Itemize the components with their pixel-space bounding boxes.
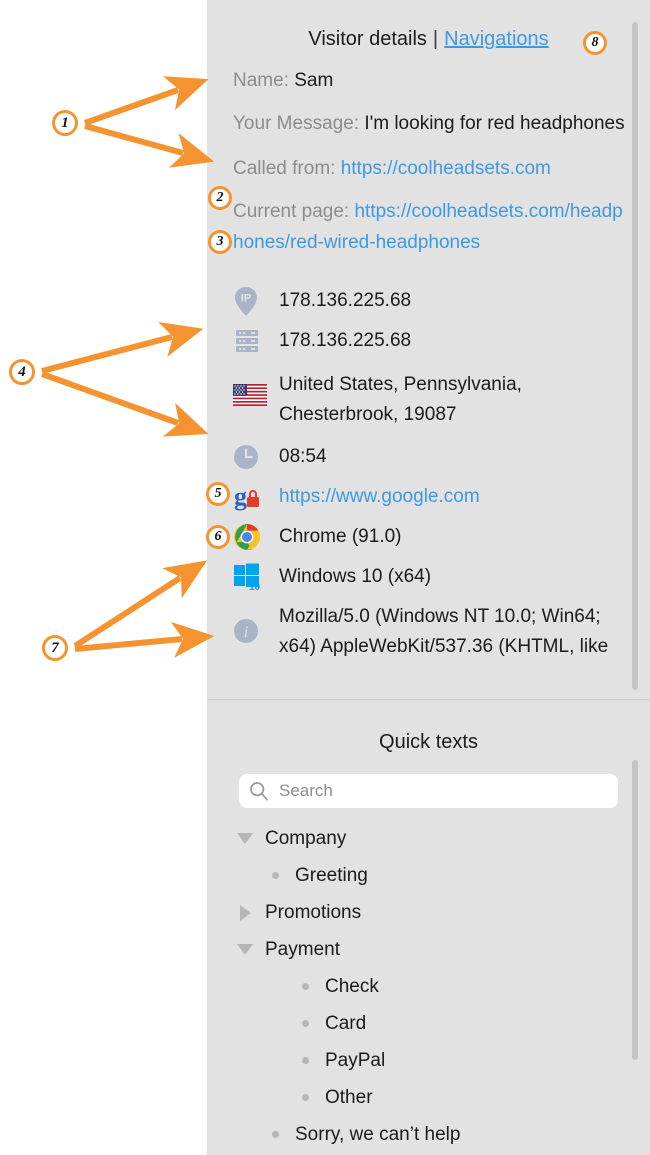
tree-item-payment[interactable]: Payment [207, 931, 650, 968]
bullet-icon [295, 983, 315, 990]
chrome-icon [233, 522, 279, 552]
visitor-useragent-row: i Mozilla/5.0 (Windows NT 10.0; Win64; x… [207, 602, 650, 662]
visitor-browser-value: Chrome (91.0) [279, 526, 402, 547]
chevron-right-icon[interactable] [235, 904, 255, 921]
bullet-icon [295, 1094, 315, 1101]
tree-item-greeting[interactable]: Greeting [207, 857, 650, 894]
visitor-message-value: I'm looking for red headphones [364, 113, 625, 134]
visitor-name-value: Sam [294, 70, 334, 91]
google-lock-icon: g [233, 482, 279, 512]
tree-item-label: Other [325, 1086, 373, 1108]
visitor-location-row: United States, Pennsylvania, Chesterbroo… [207, 370, 650, 430]
callout-badge-7: 7 [42, 635, 68, 661]
bullet-icon [295, 1020, 315, 1027]
visitor-referrer-row: g https://www.google.com [207, 482, 650, 512]
quick-texts-scrollbar[interactable] [632, 760, 638, 1060]
page-title: Visitor details [308, 28, 427, 50]
tree-item-label: Greeting [295, 864, 368, 886]
windows-10-icon: 10 [233, 562, 279, 592]
tree-item-promotions[interactable]: Promotions [207, 894, 650, 931]
called-from-link[interactable]: https://coolheadsets.com [341, 158, 551, 179]
clock-icon [233, 442, 279, 472]
tree-item-label: PayPal [325, 1049, 386, 1071]
callout-badge-3: 3 [208, 230, 232, 254]
tree-item-label: Payment [265, 938, 340, 960]
navigations-link[interactable]: Navigations [444, 28, 549, 50]
visitor-message-row: Your Message: I'm looking for red headph… [207, 108, 650, 139]
visitor-localtime-row: 08:54 [207, 442, 650, 472]
info-icon: i [233, 602, 279, 648]
callout-badge-1: 1 [52, 110, 78, 136]
search-input[interactable] [277, 780, 608, 802]
visitor-name-label: Name: [233, 70, 289, 91]
visitor-message-label: Your Message: [233, 113, 360, 134]
tree-item-company[interactable]: Company [207, 820, 650, 857]
search-icon [249, 781, 269, 801]
tree-item-label: Company [265, 827, 347, 849]
visitor-os-value: Windows 10 (x64) [279, 566, 432, 587]
visitor-name-row: Name: Sam [207, 65, 650, 96]
tree-item-label: Sorry, we can’t help [295, 1123, 461, 1145]
tree-item-label: Card [325, 1012, 367, 1034]
visitor-referrer-link[interactable]: https://www.google.com [279, 482, 630, 512]
svg-text:g: g [234, 483, 247, 511]
visitor-ip-value: 178.136.225.68 [279, 290, 412, 311]
quick-texts-tree: Company Greeting Promotions Payment Chec… [207, 820, 650, 1153]
visitor-details-section: Visitor details | Navigations Name: Sam Yo… [207, 0, 650, 700]
quick-texts-title: Quick texts [379, 731, 478, 753]
callout-badge-5: 5 [206, 482, 230, 506]
tree-item-label: Promotions [265, 901, 362, 923]
header-separator: | [432, 28, 439, 50]
tree-item-other[interactable]: Other [207, 1079, 650, 1116]
svg-text:10: 10 [249, 582, 261, 591]
tree-item-label: Check [325, 975, 379, 997]
chevron-down-icon[interactable] [235, 833, 255, 844]
chat-sidebar-panel: Visitor details | Navigations Name: Sam Yo… [207, 0, 650, 1155]
visitor-localtime-value: 08:54 [279, 446, 327, 467]
quick-texts-section: Quick texts Company Greeting [207, 701, 650, 1155]
called-from-row: Called from: https://coolheadsets.com [207, 153, 650, 184]
tree-item-check[interactable]: Check [207, 968, 650, 1005]
callout-badge-4: 4 [9, 359, 35, 385]
bullet-icon [295, 1057, 315, 1064]
current-page-row: Current page: https://coolheadsets.com/h… [207, 196, 650, 258]
visitor-useragent-value: Mozilla/5.0 (Windows NT 10.0; Win64; x64… [279, 606, 609, 657]
callout-badge-2: 2 [208, 186, 232, 210]
callout-badge-6: 6 [206, 525, 230, 549]
called-from-label: Called from: [233, 158, 336, 179]
tree-item-card[interactable]: Card [207, 1005, 650, 1042]
ip-pin-icon: IP [233, 286, 279, 316]
visitor-browser-row: Chrome (91.0) [207, 522, 650, 552]
svg-text:i: i [244, 624, 248, 641]
tree-item-sorry-we-cant-help[interactable]: Sorry, we can’t help [207, 1116, 650, 1153]
svg-text:IP: IP [241, 293, 251, 305]
callout-badge-8: 8 [583, 31, 607, 55]
bullet-icon [265, 1131, 285, 1138]
chevron-down-icon[interactable] [235, 944, 255, 955]
tree-item-paypal[interactable]: PayPal [207, 1042, 650, 1079]
visitor-details-scrollbar[interactable] [632, 22, 638, 690]
visitor-host-row: 178.136.225.68 [207, 326, 650, 356]
visitor-ip-row: IP 178.136.225.68 [207, 286, 650, 316]
visitor-host-value: 178.136.225.68 [279, 330, 412, 351]
server-icon [233, 326, 279, 356]
current-page-label: Current page: [233, 201, 350, 222]
bullet-icon [265, 872, 285, 879]
us-flag-icon [233, 370, 279, 414]
visitor-os-row: 10 Windows 10 (x64) [207, 562, 650, 592]
quick-texts-search-box[interactable] [239, 774, 618, 808]
visitor-location-value: United States, Pennsylvania, Chesterbroo… [279, 374, 522, 425]
